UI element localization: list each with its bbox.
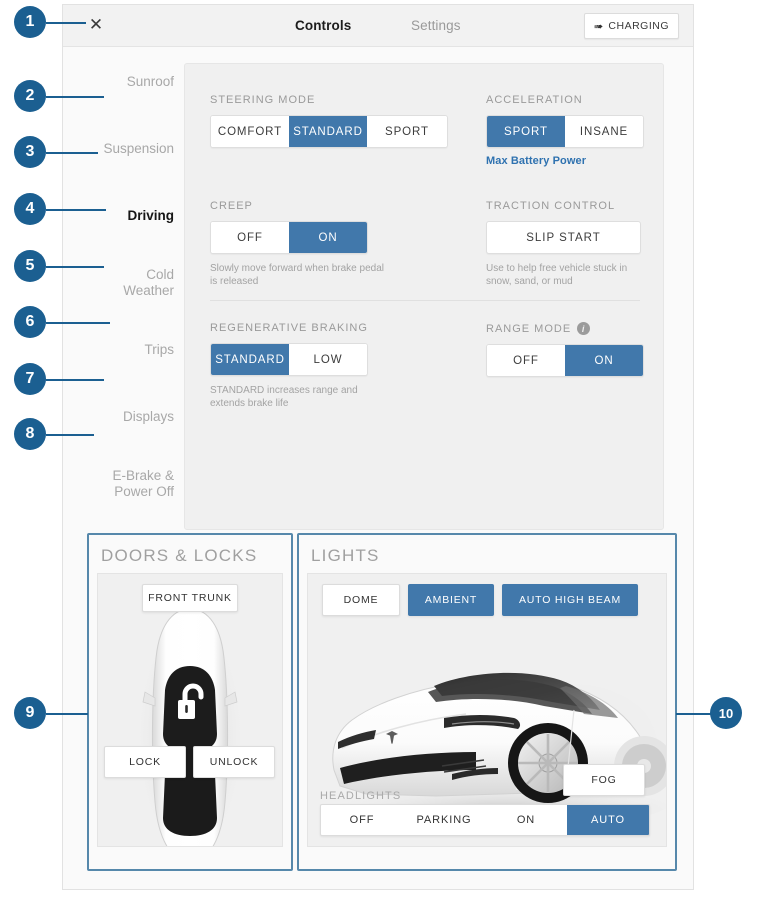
- group-regenerative-braking: REGENERATIVE BRAKING STANDARD LOW STANDA…: [210, 322, 385, 410]
- range-mode-off-option[interactable]: OFF: [487, 345, 565, 376]
- creep-segmented[interactable]: OFF ON: [210, 221, 368, 254]
- callout-line-9: [46, 713, 88, 715]
- range-mode-segmented[interactable]: OFF ON: [486, 344, 644, 377]
- screenshot-root: 1 2 3 4 5 6 7 8 9 10 ✕ Controls Settings…: [0, 0, 760, 900]
- callout-badge-1: 1: [14, 6, 46, 38]
- tab-controls[interactable]: Controls: [295, 18, 351, 33]
- dome-light-button[interactable]: DOME: [322, 584, 400, 616]
- headlights-label: HEADLIGHTS: [320, 790, 402, 802]
- regenerative-braking-label: REGENERATIVE BRAKING: [210, 322, 368, 334]
- callout-line-4: [46, 209, 106, 211]
- callout-line-6: [46, 322, 110, 324]
- doors-and-locks-card: DOORS & LOCKS FRONT TRUNK LOCK UNLOCK: [87, 533, 293, 871]
- fog-light-button[interactable]: FOG: [563, 764, 645, 796]
- sidebar-item-suspension[interactable]: Suspension: [63, 115, 184, 182]
- regenerative-braking-segmented[interactable]: STANDARD LOW: [210, 343, 368, 376]
- callout-badge-7: 7: [14, 363, 46, 395]
- group-creep: CREEP OFF ON Slowly move forward when br…: [210, 200, 385, 288]
- sidebar-item-trips[interactable]: Trips: [63, 316, 184, 383]
- sidebar-item-ebrake-power-off[interactable]: E-Brake & Power Off: [106, 450, 184, 517]
- callout-line-2: [46, 96, 104, 98]
- traction-control-label: TRACTION CONTROL: [486, 200, 616, 212]
- sidebar-item-driving[interactable]: Driving: [63, 182, 184, 249]
- callout-badge-6: 6: [14, 306, 46, 338]
- callout-badge-8: 8: [14, 418, 46, 450]
- steering-comfort-option[interactable]: COMFORT: [211, 116, 289, 147]
- headlights-segmented[interactable]: OFF PARKING ON AUTO: [320, 804, 650, 836]
- creep-label: CREEP: [210, 200, 253, 212]
- group-steering-mode: STEERING MODE COMFORT STANDARD SPORT: [210, 94, 448, 148]
- tab-settings[interactable]: Settings: [411, 18, 461, 33]
- driving-settings-panel: STEERING MODE COMFORT STANDARD SPORT ACC…: [184, 63, 664, 530]
- acceleration-insane-option[interactable]: INSANE: [565, 116, 643, 147]
- panel-divider: [210, 300, 640, 301]
- info-icon[interactable]: i: [577, 322, 591, 335]
- front-trunk-button[interactable]: FRONT TRUNK: [142, 584, 238, 612]
- headlights-off-option[interactable]: OFF: [321, 805, 403, 835]
- doors-locks-body: FRONT TRUNK LOCK UNLOCK CHARGE PORT TRUN…: [97, 573, 283, 847]
- headlights-auto-option[interactable]: AUTO: [567, 805, 649, 835]
- lightning-bolt-icon: ➠: [592, 20, 605, 33]
- sidebar-item-sunroof[interactable]: Sunroof: [63, 48, 184, 115]
- callout-line-1: [46, 22, 86, 24]
- steering-sport-option[interactable]: SPORT: [367, 116, 447, 147]
- acceleration-sport-option[interactable]: SPORT: [487, 116, 565, 147]
- acceleration-segmented[interactable]: SPORT INSANE: [486, 115, 644, 148]
- group-range-mode: RANGE MODE i OFF ON: [486, 322, 644, 377]
- group-traction-control: TRACTION CONTROL SLIP START Use to help …: [486, 200, 641, 288]
- callout-badge-5: 5: [14, 250, 46, 282]
- charging-status-button[interactable]: ➠ CHARGING: [583, 13, 679, 39]
- unlock-button[interactable]: UNLOCK: [193, 746, 275, 778]
- app-header: ✕ Controls Settings ➠ CHARGING: [63, 5, 693, 47]
- range-mode-label-text: RANGE MODE: [486, 322, 572, 335]
- callout-line-5: [46, 266, 104, 268]
- callout-line-7: [46, 379, 104, 381]
- tesla-touchscreen: ✕ Controls Settings ➠ CHARGING Sunroof S…: [62, 4, 694, 890]
- callout-badge-2: 2: [14, 80, 46, 112]
- callout-line-3: [46, 152, 98, 154]
- slip-start-button[interactable]: SLIP START: [486, 221, 641, 254]
- regen-low-option[interactable]: LOW: [289, 344, 367, 375]
- steering-standard-option[interactable]: STANDARD: [289, 116, 367, 147]
- callout-line-8: [46, 434, 94, 436]
- auto-high-beam-button[interactable]: AUTO HIGH BEAM: [502, 584, 638, 616]
- sidebar-item-displays[interactable]: Displays: [63, 383, 184, 450]
- callout-line-10: [676, 713, 712, 715]
- steering-mode-label: STEERING MODE: [210, 94, 316, 106]
- close-icon[interactable]: ✕: [87, 16, 105, 34]
- headlights-parking-option[interactable]: PARKING: [403, 805, 485, 835]
- group-acceleration: ACCELERATION SPORT INSANE Max Battery Po…: [486, 94, 644, 167]
- lock-button[interactable]: LOCK: [104, 746, 186, 778]
- callout-badge-3: 3: [14, 136, 46, 168]
- sidebar-item-cold-weather[interactable]: Cold Weather: [114, 249, 184, 316]
- doors-locks-title: DOORS & LOCKS: [101, 546, 258, 565]
- headlights-on-option[interactable]: ON: [485, 805, 567, 835]
- callout-badge-4: 4: [14, 193, 46, 225]
- car-front-three-quarter-icon: [332, 672, 666, 828]
- sidebar-nav: Sunroof Suspension Driving Cold Weather …: [63, 48, 184, 518]
- lights-card: LIGHTS DOME AMBIENT AUTO HIGH BEAM FOG H…: [297, 533, 677, 871]
- traction-control-helper-text: Use to help free vehicle stuck in snow, …: [486, 263, 628, 287]
- lights-body: DOME AMBIENT AUTO HIGH BEAM FOG HEADLIGH…: [307, 573, 667, 847]
- regenerative-braking-helper-text: STANDARD increases range and extends bra…: [210, 385, 358, 409]
- car-top-view-icon: [134, 608, 246, 846]
- range-mode-on-option[interactable]: ON: [565, 345, 643, 376]
- acceleration-label: ACCELERATION: [486, 94, 583, 106]
- lights-title: LIGHTS: [311, 546, 380, 565]
- creep-on-option[interactable]: ON: [289, 222, 367, 253]
- creep-off-option[interactable]: OFF: [211, 222, 289, 253]
- range-mode-label: RANGE MODE i: [486, 322, 644, 335]
- callout-badge-10: 10: [710, 697, 742, 729]
- max-battery-power-link[interactable]: Max Battery Power: [486, 155, 644, 167]
- ambient-light-button[interactable]: AMBIENT: [408, 584, 494, 616]
- steering-mode-segmented[interactable]: COMFORT STANDARD SPORT: [210, 115, 448, 148]
- charging-label: CHARGING: [608, 20, 669, 32]
- regen-standard-option[interactable]: STANDARD: [211, 344, 289, 375]
- callout-badge-9: 9: [14, 697, 46, 729]
- creep-helper-text: Slowly move forward when brake pedal is …: [210, 263, 384, 287]
